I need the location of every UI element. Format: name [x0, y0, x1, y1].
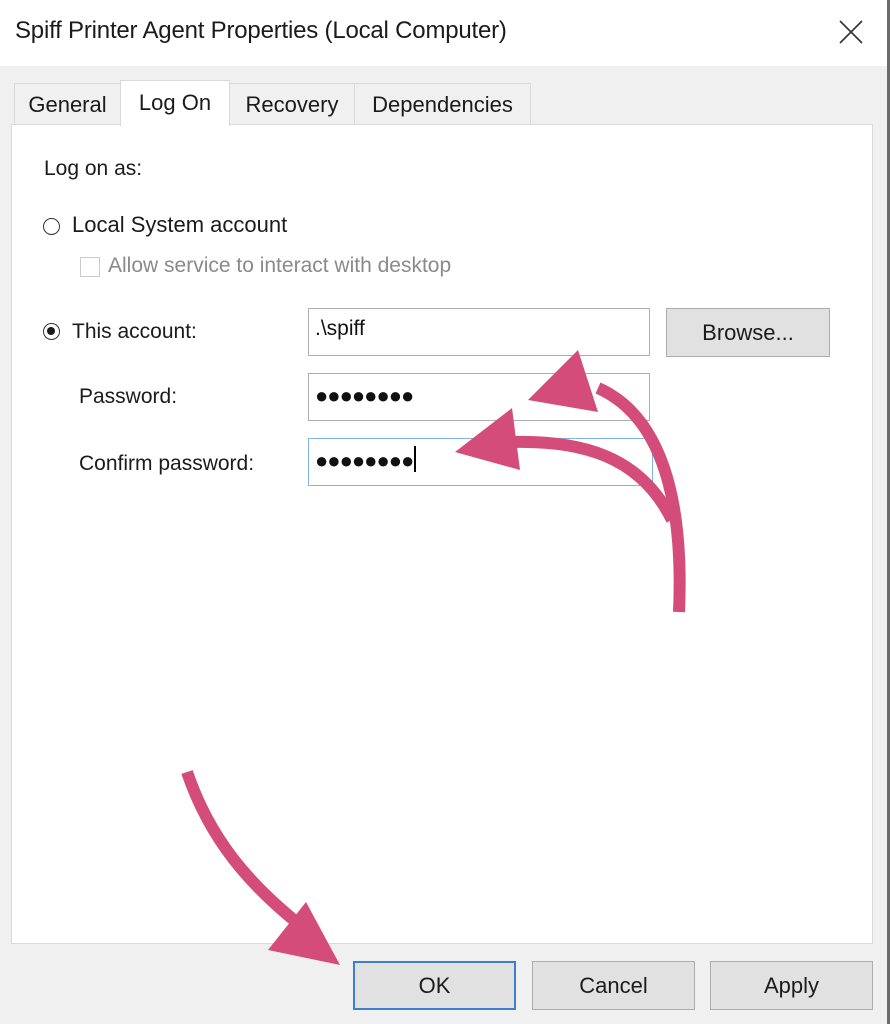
- local-system-label[interactable]: Local System account: [72, 212, 287, 238]
- ok-label: OK: [418, 972, 451, 998]
- tab-label: Dependencies: [372, 91, 513, 117]
- password-label: Password:: [79, 385, 178, 408]
- tab-log-on[interactable]: Log On: [120, 80, 230, 126]
- tab-label: Log On: [138, 90, 212, 115]
- browse-button[interactable]: Browse...: [666, 308, 830, 357]
- apply-button[interactable]: Apply: [710, 961, 873, 1010]
- ok-button[interactable]: OK: [353, 961, 516, 1010]
- tab-dependencies[interactable]: Dependencies: [354, 83, 531, 125]
- password-value: ●●●●●●●●: [315, 383, 414, 408]
- window-title: Spiff Printer Agent Properties (Local Co…: [15, 17, 507, 44]
- this-account-label[interactable]: This account:: [72, 320, 197, 344]
- confirm-password-label: Confirm password:: [79, 452, 255, 475]
- allow-desktop-label: Allow service to interact with desktop: [108, 254, 452, 277]
- password-input[interactable]: ●●●●●●●●: [308, 373, 650, 421]
- local-system-radio[interactable]: [43, 218, 60, 235]
- browse-label: Browse...: [702, 319, 794, 345]
- apply-label: Apply: [763, 972, 820, 998]
- cancel-label: Cancel: [579, 972, 648, 998]
- this-account-radio[interactable]: [43, 323, 60, 340]
- text-caret: [414, 446, 417, 473]
- account-value: .\spiff: [315, 317, 365, 340]
- log-on-as-heading: Log on as:: [44, 157, 143, 180]
- close-button[interactable]: [826, 10, 876, 54]
- close-x-icon: [839, 20, 863, 44]
- tab-label: Recovery: [245, 91, 339, 117]
- confirm-password-value: ●●●●●●●●: [315, 448, 414, 473]
- tab-label: General: [28, 91, 107, 117]
- tab-recovery[interactable]: Recovery: [229, 83, 355, 125]
- tab-general[interactable]: General: [14, 83, 121, 125]
- title-bar: Spiff Printer Agent Properties (Local Co…: [0, 0, 887, 66]
- allow-desktop-checkbox[interactable]: [80, 257, 100, 277]
- cancel-button[interactable]: Cancel: [532, 961, 695, 1010]
- account-input[interactable]: .\spiff: [308, 308, 650, 356]
- log-on-panel: [11, 124, 873, 944]
- confirm-password-input[interactable]: ●●●●●●●●: [308, 438, 653, 486]
